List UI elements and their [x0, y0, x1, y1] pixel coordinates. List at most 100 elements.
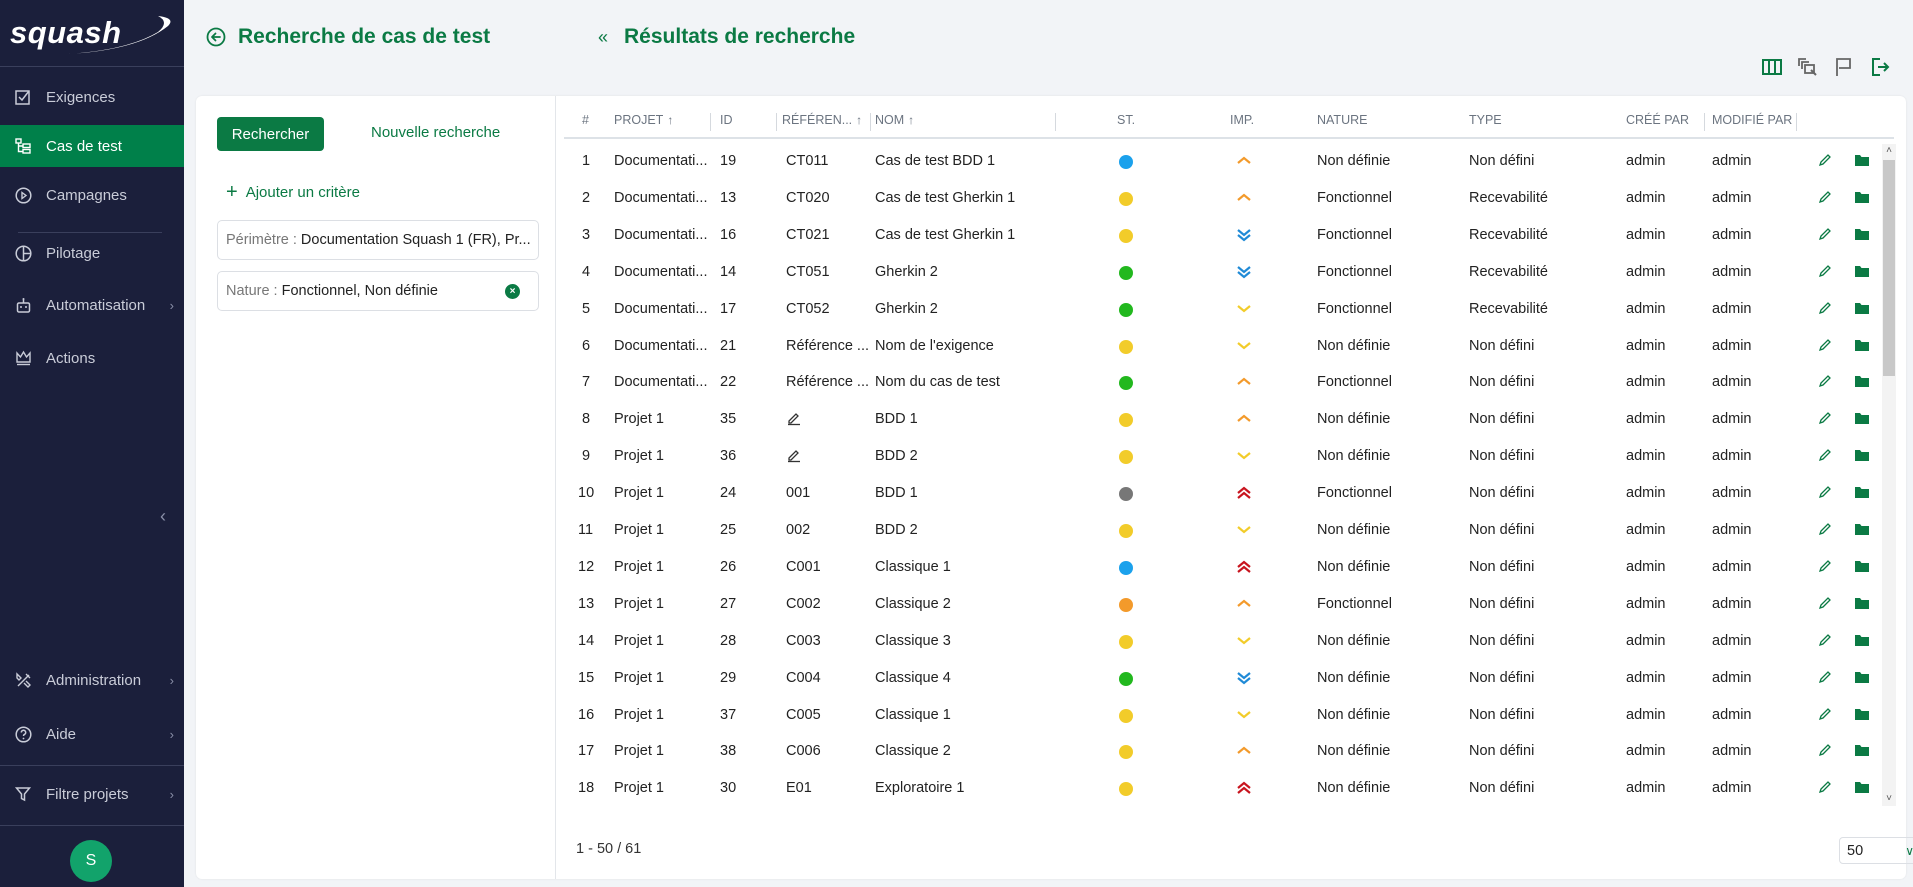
sidebar-item-exigences[interactable]: Exigences [0, 76, 184, 118]
column-resize-handle[interactable] [870, 113, 871, 131]
table-row[interactable]: 5 Documentati... 17 CT052 Gherkin 2 Fonctionn… [564, 292, 1882, 329]
edit-reference-icon[interactable] [786, 410, 802, 430]
avatar[interactable]: S [70, 840, 112, 882]
folder-icon[interactable] [1854, 633, 1870, 651]
table-row[interactable]: 3 Documentati... 16 CT021 Cas de test Gherki… [564, 218, 1882, 255]
criterion-nature[interactable]: Nature : Fonctionnel, Non définie × [217, 271, 539, 311]
columns-icon[interactable] [1761, 56, 1783, 78]
table-row[interactable]: 10 Projet 1 24 001 BDD 1 Fonctionnel Non défin… [564, 476, 1882, 513]
scroll-thumb[interactable] [1883, 160, 1895, 376]
folder-icon[interactable] [1854, 301, 1870, 319]
edit-pencil-icon[interactable] [1818, 153, 1832, 171]
sidebar-item-campagnes[interactable]: Campagnes [0, 174, 184, 216]
folder-icon[interactable] [1854, 559, 1870, 577]
page-size-select[interactable]: 50 ∨ [1839, 837, 1913, 864]
edit-pencil-icon[interactable] [1818, 301, 1832, 319]
column-header-modified-by[interactable]: MODIFIÉ PAR [1712, 113, 1792, 127]
table-row[interactable]: 17 Projet 1 38 C006 Classique 2 Non définie No… [564, 734, 1882, 771]
sidebar-item-aide[interactable]: Aide › [0, 713, 184, 755]
folder-icon[interactable] [1854, 743, 1870, 761]
edit-pencil-icon[interactable] [1818, 522, 1832, 540]
sidebar-item-automatisation[interactable]: Automatisation › [0, 284, 184, 326]
new-search-link[interactable]: Nouvelle recherche [371, 124, 500, 141]
folder-icon[interactable] [1854, 448, 1870, 466]
edit-pencil-icon[interactable] [1818, 707, 1832, 725]
edit-pencil-icon[interactable] [1818, 227, 1832, 245]
column-header-created-by[interactable]: CRÉÉ PAR [1626, 113, 1689, 127]
table-row[interactable]: 1 Documentati... 19 CT011 Cas de test BDD 1 N… [564, 144, 1882, 181]
folder-icon[interactable] [1854, 153, 1870, 171]
column-header-name[interactable]: NOM ↑ [875, 113, 914, 127]
table-row[interactable]: 7 Documentati... 22 Référence ... Nom du cas… [564, 365, 1882, 402]
column-header-status[interactable]: ST. [1117, 113, 1135, 127]
table-row[interactable]: 15 Projet 1 29 C004 Classique 4 Non définie No… [564, 661, 1882, 698]
table-row[interactable]: 4 Documentati... 14 CT051 Gherkin 2 Fonctionn… [564, 255, 1882, 292]
edit-pencil-icon[interactable] [1818, 374, 1832, 392]
edit-pencil-icon[interactable] [1818, 411, 1832, 429]
folder-icon[interactable] [1854, 596, 1870, 614]
table-row[interactable]: 16 Projet 1 37 C005 Classique 1 Non définie No… [564, 698, 1882, 735]
vertical-scrollbar[interactable]: ˄ ˅ [1882, 144, 1896, 806]
table-row[interactable]: 2 Documentati... 13 CT020 Cas de test Gherki… [564, 181, 1882, 218]
edit-pencil-icon[interactable] [1818, 670, 1832, 688]
table-row[interactable]: 14 Projet 1 28 C003 Classique 3 Non définie No… [564, 624, 1882, 661]
table-row[interactable]: 8 Projet 1 35 BDD 1 Non définie Non défini adm… [564, 402, 1882, 439]
folder-icon[interactable] [1854, 485, 1870, 503]
column-header-nature[interactable]: NATURE [1317, 113, 1367, 127]
logo[interactable]: squash [0, 0, 184, 67]
double-chevron-left-icon[interactable]: « [598, 27, 608, 48]
column-resize-handle[interactable] [1704, 113, 1705, 131]
table-row[interactable]: 13 Projet 1 27 C002 Classique 2 Fonctionnel No… [564, 587, 1882, 624]
back-to-search-link[interactable]: Recherche de cas de test [206, 25, 490, 49]
folder-icon[interactable] [1854, 780, 1870, 798]
folder-icon[interactable] [1854, 670, 1870, 688]
edit-pencil-icon[interactable] [1818, 190, 1832, 208]
collapse-sidebar-button[interactable]: ‹ [160, 506, 166, 527]
edit-reference-icon[interactable] [786, 447, 802, 467]
copy-select-icon[interactable] [1797, 56, 1819, 78]
search-button[interactable]: Rechercher [217, 117, 324, 151]
column-header-importance[interactable]: IMP. [1230, 113, 1254, 127]
folder-icon[interactable] [1854, 190, 1870, 208]
scroll-down-icon[interactable]: ˅ [1882, 792, 1896, 806]
column-resize-handle[interactable] [776, 113, 777, 131]
folder-icon[interactable] [1854, 374, 1870, 392]
clear-criterion-icon[interactable]: × [505, 284, 520, 299]
table-row[interactable]: 6 Documentati... 21 Référence ... Nom de l'e… [564, 329, 1882, 366]
column-header-reference[interactable]: RÉFÉREN... ↑ [782, 113, 862, 127]
sidebar-item-actions[interactable]: Actions [0, 337, 184, 379]
table-row[interactable]: 12 Projet 1 26 C001 Classique 1 Non définie No… [564, 550, 1882, 587]
sidebar-item-administration[interactable]: Administration › [0, 659, 184, 701]
folder-icon[interactable] [1854, 227, 1870, 245]
edit-pencil-icon[interactable] [1818, 633, 1832, 651]
add-criterion-button[interactable]: + Ajouter un critère [226, 181, 360, 204]
table-row[interactable]: 11 Projet 1 25 002 BDD 2 Non définie Non défin… [564, 513, 1882, 550]
folder-icon[interactable] [1854, 411, 1870, 429]
edit-pencil-icon[interactable] [1818, 264, 1832, 282]
column-header-project[interactable]: PROJET ↑ [614, 113, 673, 127]
column-resize-handle[interactable] [710, 113, 711, 131]
table-row[interactable]: 18 Projet 1 30 E01 Exploratoire 1 Non définie… [564, 771, 1882, 804]
sidebar-item-filtre-projets[interactable]: Filtre projets › [0, 773, 184, 815]
edit-pencil-icon[interactable] [1818, 559, 1832, 577]
column-header-type[interactable]: TYPE [1469, 113, 1502, 127]
folder-icon[interactable] [1854, 264, 1870, 282]
edit-pencil-icon[interactable] [1818, 596, 1832, 614]
edit-pencil-icon[interactable] [1818, 448, 1832, 466]
criterion-perimeter[interactable]: Périmètre : Documentation Squash 1 (FR),… [217, 220, 539, 260]
edit-pencil-icon[interactable] [1818, 743, 1832, 761]
sidebar-item-cas-de-test[interactable]: Cas de test [0, 125, 184, 167]
column-header-id[interactable]: ID [720, 113, 733, 127]
column-header-num[interactable]: # [582, 113, 589, 127]
folder-icon[interactable] [1854, 522, 1870, 540]
folder-icon[interactable] [1854, 338, 1870, 356]
sidebar-item-pilotage[interactable]: Pilotage [0, 232, 184, 274]
column-resize-handle[interactable] [1055, 113, 1056, 131]
column-resize-handle[interactable] [1796, 113, 1797, 131]
scroll-up-icon[interactable]: ˄ [1882, 144, 1896, 158]
folder-icon[interactable] [1854, 707, 1870, 725]
flag-icon[interactable] [1833, 56, 1855, 78]
edit-pencil-icon[interactable] [1818, 485, 1832, 503]
edit-pencil-icon[interactable] [1818, 338, 1832, 356]
edit-pencil-icon[interactable] [1818, 780, 1832, 798]
